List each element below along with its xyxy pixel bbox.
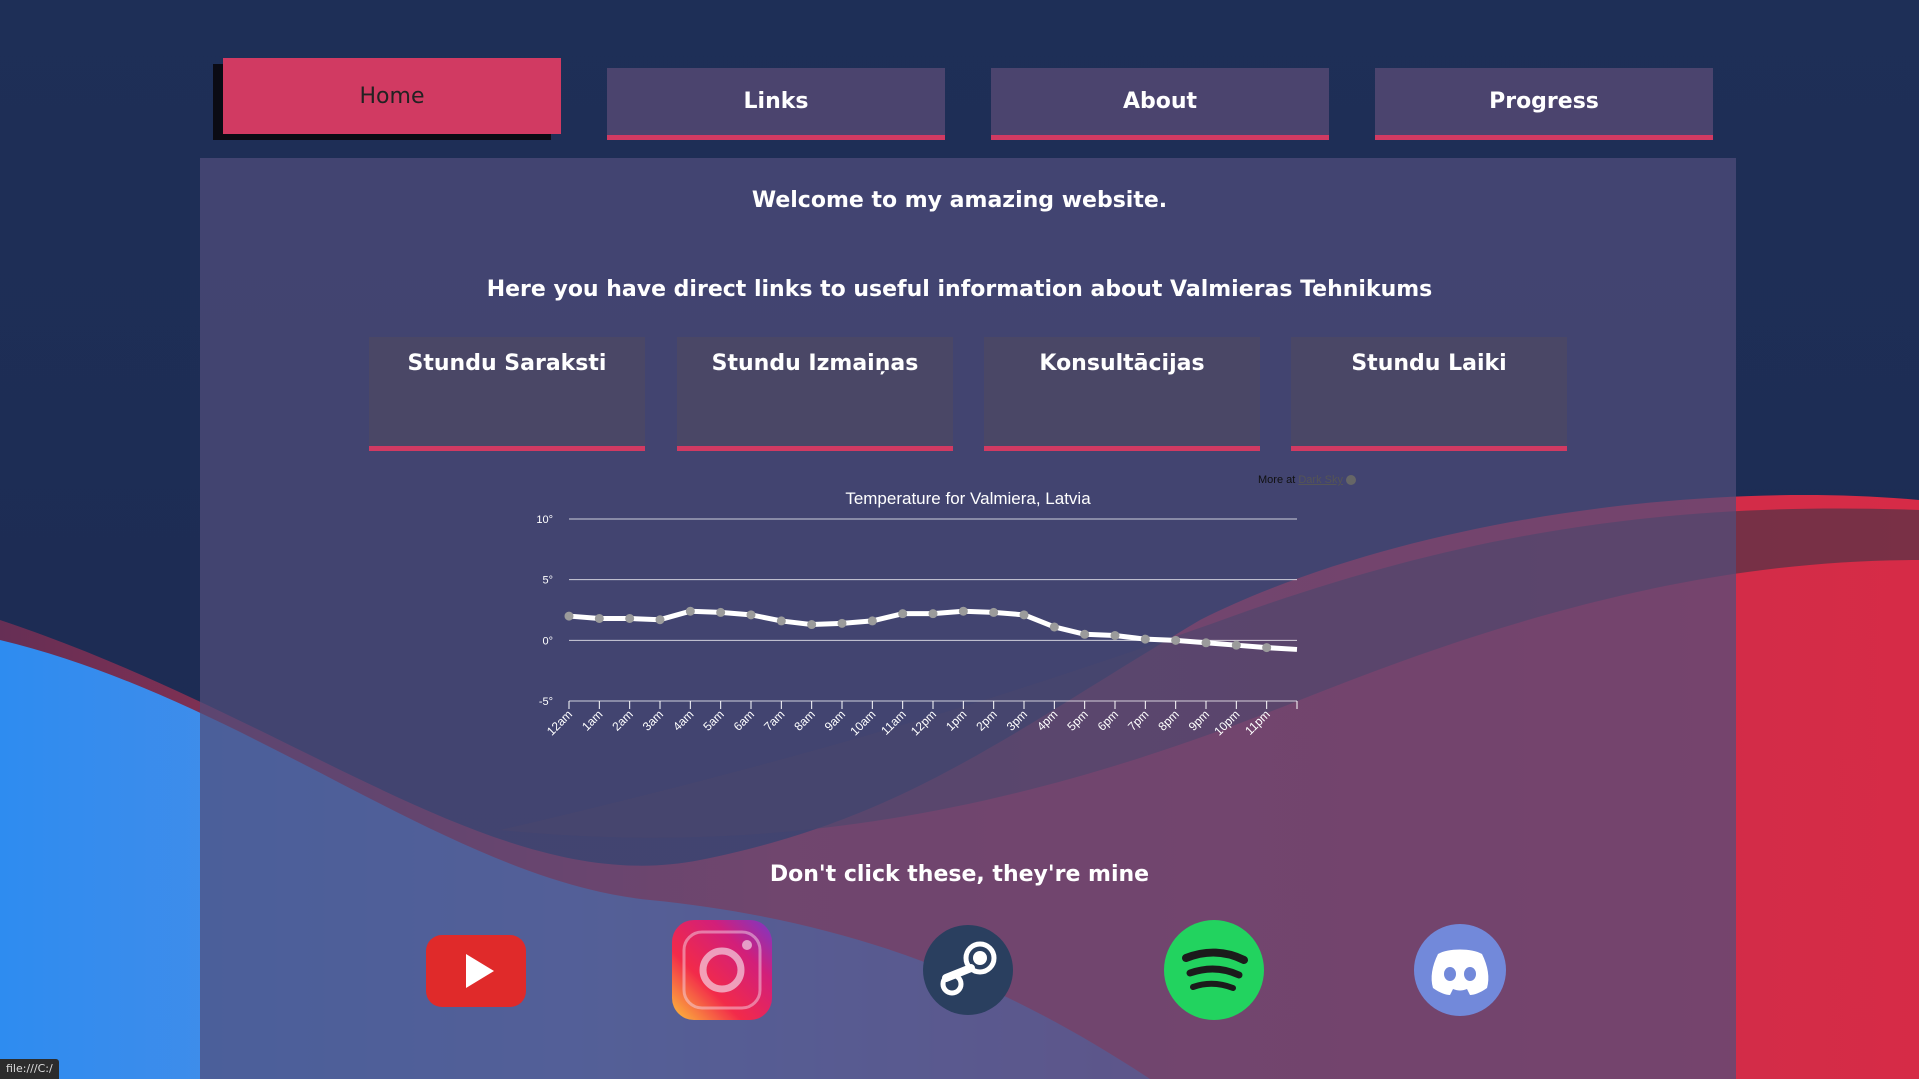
nav-about-button[interactable]: About bbox=[991, 68, 1329, 140]
chart-xtick-label: 4pm bbox=[1034, 707, 1060, 733]
chart-data-point[interactable] bbox=[1019, 610, 1029, 620]
chart-xtick-label: 2am bbox=[609, 707, 635, 733]
nav-progress-button[interactable]: Progress bbox=[1375, 68, 1713, 140]
temperature-chart: Temperature for Valmiera, Latvia 10° 5° 0°… bbox=[536, 489, 1298, 738]
chart-xtick-label: 7pm bbox=[1125, 707, 1151, 733]
chart-xtick-label: 5pm bbox=[1064, 707, 1090, 733]
chart-data-point[interactable] bbox=[594, 613, 604, 623]
chart-data-point[interactable] bbox=[807, 620, 817, 630]
chart-data-point[interactable] bbox=[685, 606, 695, 616]
links-heading: Here you have direct links to useful inf… bbox=[486, 277, 1433, 302]
chart-data-point[interactable] bbox=[898, 609, 908, 619]
chart-xtick-label: 3pm bbox=[1004, 707, 1030, 733]
chart-data-point[interactable] bbox=[655, 615, 665, 625]
chart-ytick-label: 10° bbox=[536, 514, 553, 526]
chart-data-point[interactable] bbox=[867, 616, 877, 626]
chart-data-point[interactable] bbox=[1171, 635, 1181, 645]
chart-data-point[interactable] bbox=[1201, 638, 1211, 648]
link-card-stundu-laiki[interactable]: Stundu Laiki bbox=[1291, 337, 1567, 451]
chart-xtick-label: 10am bbox=[847, 707, 878, 738]
chart-data-point[interactable] bbox=[1140, 634, 1150, 644]
nav-home-button[interactable]: Home bbox=[223, 58, 561, 134]
chart-xtick-label: 8am bbox=[791, 707, 817, 733]
chart-data-point[interactable] bbox=[928, 609, 938, 619]
nav-links-button[interactable]: Links bbox=[607, 68, 945, 140]
chart-data-point[interactable] bbox=[958, 606, 968, 616]
dark-sky-icon bbox=[1346, 475, 1357, 486]
discord-icon[interactable] bbox=[1408, 918, 1512, 1022]
chart-data-point[interactable] bbox=[716, 607, 726, 617]
chart-data-point[interactable] bbox=[837, 618, 847, 628]
instagram-icon[interactable] bbox=[670, 918, 774, 1022]
link-card-konsultacijas[interactable]: Konsultācijas bbox=[984, 337, 1260, 451]
chart-data-point[interactable] bbox=[1262, 643, 1272, 653]
chart-xtick-label: 11am bbox=[878, 707, 909, 738]
chart-data-point[interactable] bbox=[1110, 630, 1120, 640]
chart-data-point[interactable] bbox=[746, 610, 756, 620]
chart-ytick-label: 5° bbox=[542, 575, 553, 587]
chart-data-point[interactable] bbox=[1231, 640, 1241, 650]
chart-xtick-label: 1pm bbox=[943, 707, 969, 733]
chart-xtick-label: 6am bbox=[731, 707, 757, 733]
chart-xtick-label: 3am bbox=[640, 707, 666, 733]
chart-xtick-label: 9am bbox=[822, 707, 848, 733]
youtube-icon[interactable] bbox=[424, 918, 528, 1022]
chart-data-point[interactable] bbox=[625, 613, 635, 623]
chart-xtick-label: 4am bbox=[670, 707, 696, 733]
chart-xtick-label: 2pm bbox=[973, 707, 999, 733]
status-bar-url: file:///C:/ bbox=[0, 1059, 59, 1079]
chart-data-point[interactable] bbox=[989, 607, 999, 617]
chart-xtick-label: 1am bbox=[579, 707, 605, 733]
link-card-stundu-saraksti[interactable]: Stundu Saraksti bbox=[369, 337, 645, 451]
social-heading: Don't click these, they're mine bbox=[769, 862, 1150, 887]
chart-xtick-label: 11pm bbox=[1242, 707, 1273, 738]
link-card-stundu-izmainas[interactable]: Stundu Izmaiņas bbox=[677, 337, 953, 451]
chart-xtick-label: 9pm bbox=[1186, 707, 1212, 733]
chart-ytick-label: 0° bbox=[542, 635, 553, 647]
chart-xtick-label: 12am bbox=[544, 707, 575, 738]
chart-data-point[interactable] bbox=[564, 611, 574, 621]
chart-data-point[interactable] bbox=[776, 616, 786, 626]
chart-data-point[interactable] bbox=[1049, 622, 1059, 632]
chart-xtick-label: 12pm bbox=[908, 707, 939, 738]
chart-xtick-label: 5am bbox=[700, 707, 726, 733]
chart-xtick-label: 10pm bbox=[1211, 707, 1242, 738]
steam-icon[interactable] bbox=[916, 918, 1020, 1022]
chart-title: Temperature for Valmiera, Latvia bbox=[845, 489, 1091, 508]
chart-data-point[interactable] bbox=[1080, 629, 1090, 639]
welcome-heading: Welcome to my amazing website. bbox=[751, 188, 1168, 213]
chart-xtick-label: 6pm bbox=[1095, 707, 1121, 733]
chart-xtick-label: 8pm bbox=[1155, 707, 1181, 733]
chart-xtick-label: 7am bbox=[761, 707, 787, 733]
chart-ytick-label: -5° bbox=[539, 696, 553, 708]
spotify-icon[interactable] bbox=[1162, 918, 1266, 1022]
